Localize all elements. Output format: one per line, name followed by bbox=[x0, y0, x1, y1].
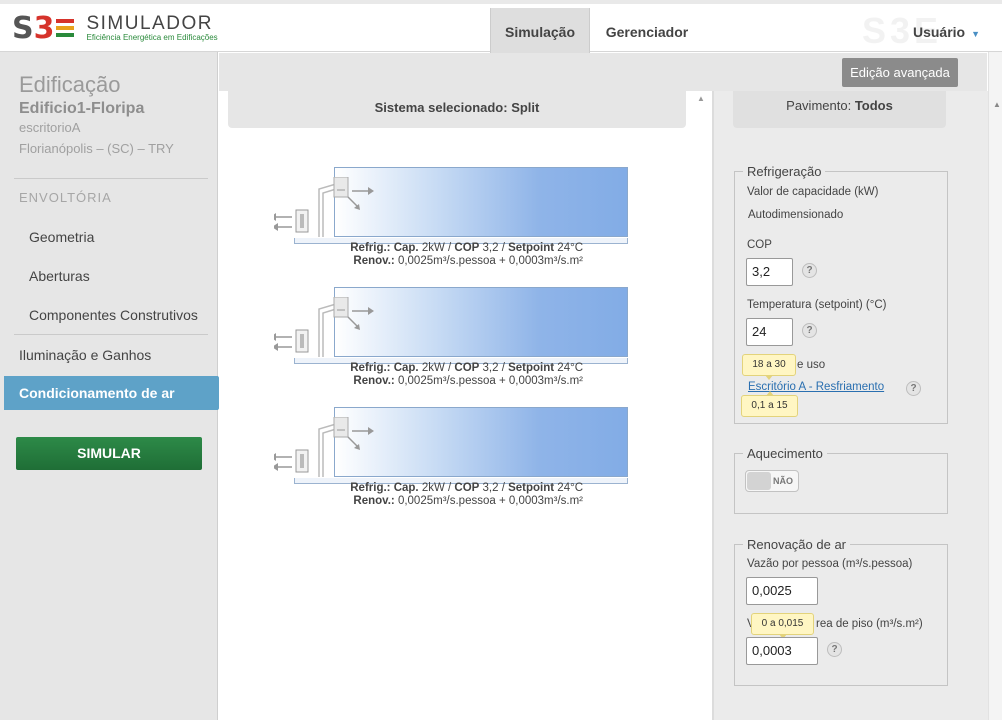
sidebar-divider bbox=[14, 334, 208, 335]
tab-gerenciador[interactable]: Gerenciador bbox=[597, 8, 697, 56]
schedule-label: e uso bbox=[797, 359, 826, 371]
setpoint-value: 24°C bbox=[554, 362, 583, 374]
sidebar-item-aberturas[interactable]: Aberturas bbox=[29, 268, 90, 284]
zone-diagram[interactable] bbox=[274, 167, 629, 245]
zone-diagram[interactable] bbox=[274, 287, 629, 365]
cop-input[interactable]: 3,2 bbox=[746, 258, 793, 286]
cop-range-tooltip: 0,1 a 15 bbox=[741, 391, 798, 417]
sidebar-item-geometria[interactable]: Geometria bbox=[29, 229, 94, 245]
top-bar: S3 SIMULADOR Eficiência Energética em Ed… bbox=[0, 0, 1002, 56]
help-icon[interactable]: ? bbox=[827, 642, 842, 657]
renov-label: Renov.: bbox=[353, 375, 395, 387]
air-renewal-legend: Renovação de ar bbox=[747, 537, 847, 552]
sidebar-item-condicionamento[interactable]: Condicionamento de ar bbox=[4, 376, 229, 410]
cop-value: 3,2 / bbox=[479, 482, 509, 494]
temperature-input[interactable]: 24 bbox=[746, 318, 793, 346]
scrollbar[interactable]: ▲ bbox=[988, 52, 1002, 720]
help-icon[interactable]: ? bbox=[906, 381, 921, 396]
per-person-input[interactable]: 0,0025 bbox=[746, 577, 818, 605]
cop-label: COP bbox=[454, 362, 480, 374]
zone-diagram[interactable] bbox=[274, 407, 629, 485]
advanced-edit-button[interactable]: Edição avançada bbox=[842, 58, 958, 87]
floor-header-value: Todos bbox=[854, 98, 893, 113]
building-location: Florianópolis – (SC) – TRY bbox=[19, 141, 174, 156]
toggle-knob bbox=[747, 472, 771, 490]
setpoint-value: 24°C bbox=[554, 242, 583, 254]
building-name: Edificio1-Floripa bbox=[19, 100, 145, 117]
app-logo[interactable]: S3 SIMULADOR Eficiência Energética em Ed… bbox=[12, 11, 218, 46]
renov-label: Renov.: bbox=[353, 255, 395, 267]
refrig-label: Refrig.: bbox=[350, 242, 391, 254]
user-menu[interactable]: Usuário ▼ bbox=[913, 8, 980, 56]
logo-subtitle: Eficiência Energética em Edificações bbox=[86, 32, 218, 42]
zone-summary: Refrig.: Cap. 2kW / COP 3,2 / Setpoint 2… bbox=[274, 482, 629, 508]
sidebar-title: Edificação bbox=[19, 72, 121, 97]
temperature-label: Temperatura (setpoint) (°C) bbox=[747, 299, 887, 311]
chevron-down-icon: ▼ bbox=[971, 29, 980, 39]
cop-value: 3,2 / bbox=[479, 362, 509, 374]
sidebar-section-envoltoria[interactable]: ENVOLTÓRIA bbox=[19, 190, 112, 205]
renov-value: 0,0025m³/s.pessoa + 0,0003m³/s.m² bbox=[394, 495, 583, 507]
sidebar-divider bbox=[14, 178, 208, 179]
heating-legend: Aquecimento bbox=[747, 446, 823, 461]
renov-value: 0,0025m³/s.pessoa + 0,0003m³/s.m² bbox=[394, 255, 583, 267]
per-area-label-tail: rea de piso (m³/s.m²) bbox=[816, 618, 923, 630]
refrigeration-legend: Refrigeração bbox=[747, 164, 822, 179]
cop-label: COP bbox=[454, 482, 480, 494]
cap-value: 2kW / bbox=[418, 362, 455, 374]
logo-mark: S3 bbox=[12, 11, 75, 46]
logo-title: SIMULADOR bbox=[86, 12, 213, 34]
cap-label: Cap. bbox=[390, 242, 419, 254]
scroll-up-icon[interactable]: ▲ bbox=[993, 100, 1001, 109]
cop-label: COP bbox=[747, 239, 772, 251]
floor-header[interactable]: Pavimento: Todos bbox=[733, 91, 946, 128]
help-icon[interactable]: ? bbox=[802, 263, 817, 278]
renov-label: Renov.: bbox=[353, 495, 395, 507]
setpoint-value: 24°C bbox=[554, 482, 583, 494]
per-area-range-tooltip: 0 a 0,015 bbox=[751, 613, 814, 639]
setpoint-label: Setpoint bbox=[508, 482, 555, 494]
cap-value: 2kW / bbox=[418, 242, 455, 254]
refrig-label: Refrig.: bbox=[350, 482, 391, 494]
refrig-label: Refrig.: bbox=[350, 362, 391, 374]
floor-header-label: Pavimento: bbox=[786, 98, 855, 113]
system-header: Sistema selecionado: Split bbox=[228, 91, 686, 128]
zone-summary: Refrig.: Cap. 2kW / COP 3,2 / Setpoint 2… bbox=[274, 242, 629, 268]
user-menu-label: Usuário bbox=[912, 24, 966, 40]
simulate-button[interactable]: SIMULAR bbox=[16, 437, 202, 470]
sidebar: Edificação Edificio1-Floripa escritorioA… bbox=[0, 52, 229, 720]
per-person-label: Vazão por pessoa (m³/s.pessoa) bbox=[747, 558, 913, 570]
help-icon[interactable]: ? bbox=[802, 323, 817, 338]
cap-label: Cap. bbox=[390, 482, 419, 494]
sidebar-item-iluminacao[interactable]: Iluminação e Ganhos bbox=[19, 347, 151, 363]
logo-bars-icon bbox=[56, 19, 75, 37]
setpoint-label: Setpoint bbox=[508, 242, 555, 254]
split-unit-icon bbox=[274, 177, 374, 237]
per-area-input[interactable]: 0,0003 bbox=[746, 637, 818, 665]
cap-label: Cap. bbox=[390, 362, 419, 374]
cap-value: 2kW / bbox=[418, 482, 455, 494]
scroll-up-icon[interactable]: ▲ bbox=[697, 94, 705, 103]
setpoint-label: Setpoint bbox=[508, 362, 555, 374]
split-unit-icon bbox=[274, 417, 374, 477]
heating-toggle[interactable]: NÃO bbox=[745, 470, 799, 492]
cop-value: 3,2 / bbox=[479, 242, 509, 254]
capacity-label: Valor de capacidade (kW) bbox=[747, 186, 879, 198]
sidebar-item-componentes[interactable]: Componentes Construtivos bbox=[29, 307, 198, 323]
building-type: escritorioA bbox=[19, 120, 81, 135]
zone-summary: Refrig.: Cap. 2kW / COP 3,2 / Setpoint 2… bbox=[274, 362, 629, 388]
renov-value: 0,0025m³/s.pessoa + 0,0003m³/s.m² bbox=[394, 375, 583, 387]
tab-simulacao[interactable]: Simulação bbox=[490, 8, 590, 56]
temperature-range-tooltip: 18 a 30 bbox=[742, 354, 796, 380]
capacity-value: Autodimensionado bbox=[748, 209, 844, 221]
cop-label: COP bbox=[454, 242, 480, 254]
heating-toggle-label: NÃO bbox=[773, 476, 793, 486]
split-unit-icon bbox=[274, 297, 374, 357]
